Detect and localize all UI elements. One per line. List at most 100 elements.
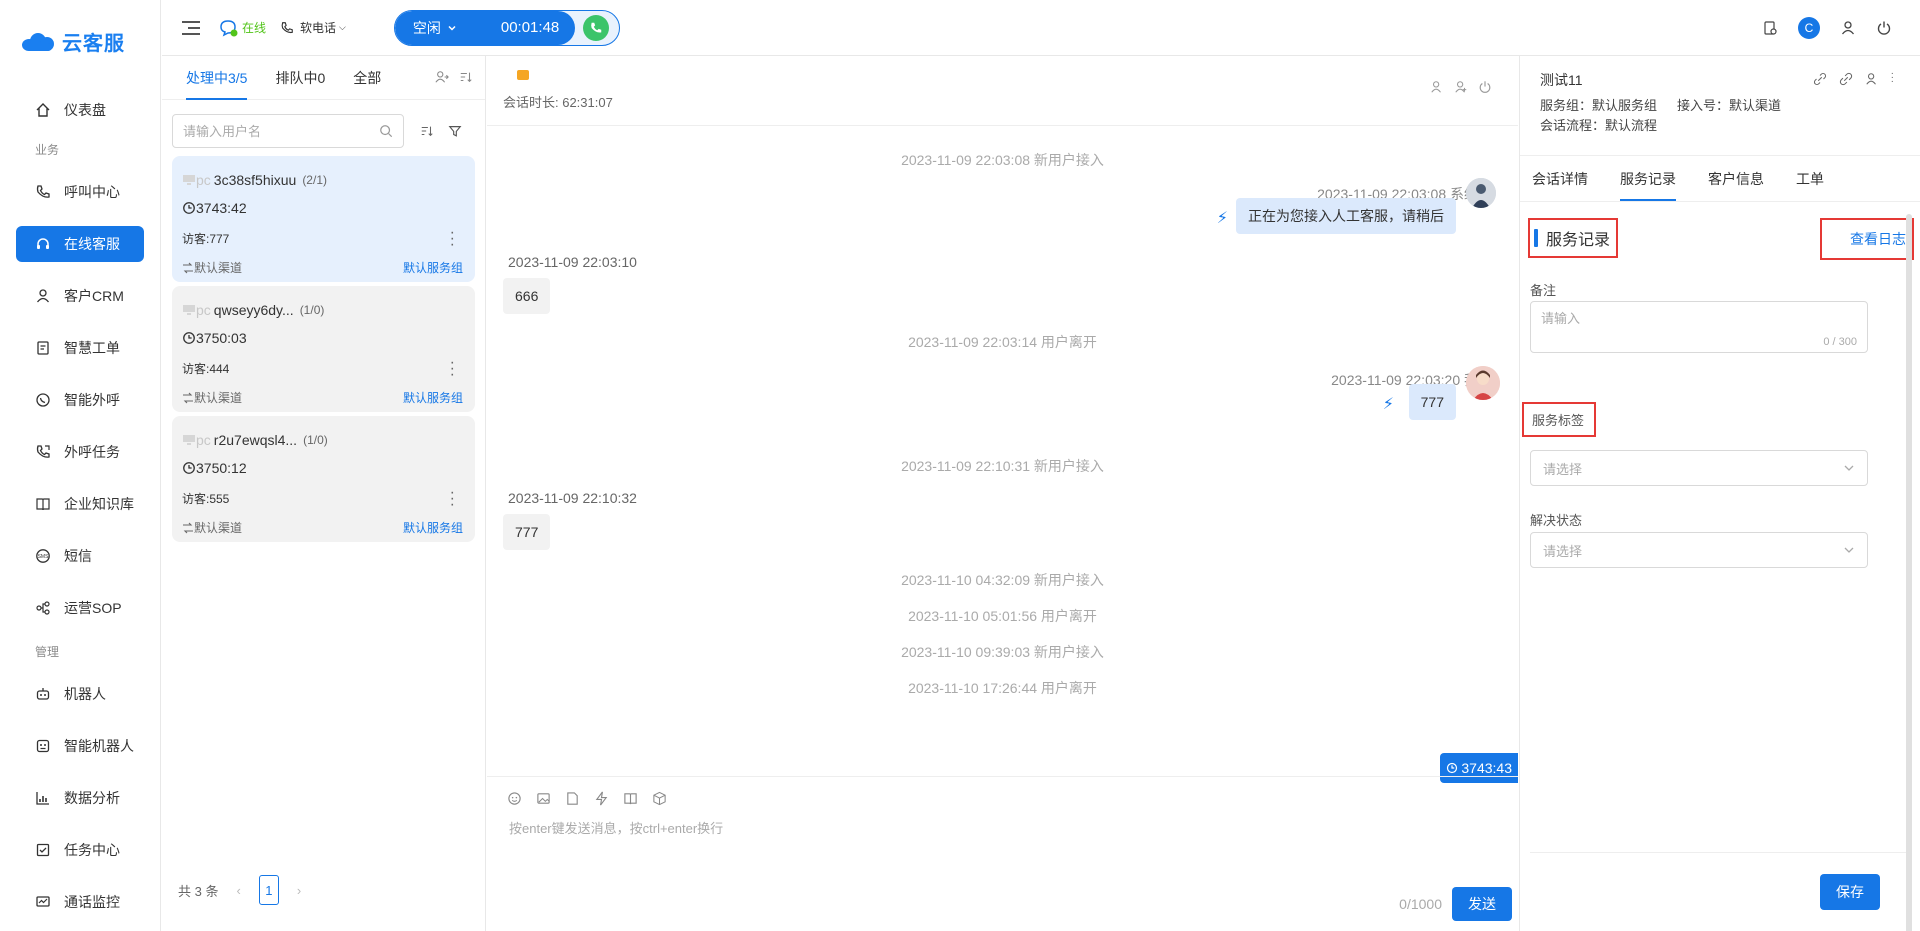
view-log-link[interactable]: 查看日志	[1820, 218, 1914, 260]
user-settings-icon[interactable]	[1865, 72, 1879, 86]
nav-item-crm[interactable]: 客户CRM	[16, 278, 144, 314]
softphone-selector[interactable]: 软电话 ⌵	[280, 19, 346, 36]
transfer-icon[interactable]	[1430, 80, 1444, 94]
nav-item-task-center[interactable]: 任务中心	[16, 832, 144, 868]
conversation-card[interactable]: pc r2u7ewqsl4... (1/0) 3750:12 访客:555 默认…	[172, 416, 475, 542]
sort-icon[interactable]	[459, 70, 473, 84]
resolve-status-select[interactable]: 请选择	[1530, 532, 1868, 568]
service-tag-placeholder: 请选择	[1543, 461, 1583, 477]
service-group-info: 服务组：默认服务组	[1540, 98, 1658, 113]
conversation-list-panel: 处理中3/5 排队中0 全部 pc 3c38sf5hixuu (2/1) 374…	[162, 56, 486, 931]
tab-processing[interactable]: 处理中3/5	[186, 56, 248, 100]
total-count: 共 3 条	[178, 883, 219, 899]
nav-label: 仪表盘	[64, 102, 106, 118]
service-group-link[interactable]: 默认服务组	[403, 519, 463, 536]
tab-session-details[interactable]: 会话详情	[1532, 156, 1588, 201]
chevron-down-icon: ⌵	[339, 22, 346, 32]
quick-reply-icon[interactable]: ⚡	[1217, 208, 1228, 228]
message-count: (2/1)	[302, 173, 327, 187]
transfer-user-icon[interactable]	[435, 70, 449, 84]
service-group-link[interactable]: 默认服务组	[403, 389, 463, 406]
tab-queued[interactable]: 排队中0	[275, 56, 325, 100]
task-icon	[34, 841, 52, 859]
tab-service-record[interactable]: 服务记录	[1620, 156, 1676, 201]
nav-item-knowledge-base[interactable]: 企业知识库	[16, 486, 144, 522]
remark-textarea[interactable]: 请输入 0 / 300	[1530, 301, 1868, 353]
sms-icon: SMS	[34, 547, 52, 565]
chat-area: 会话时长: 62:31:07 2023-11-09 22:03:08 新用户接入…	[487, 56, 1518, 931]
call-widget: 空闲 00:01:48	[393, 9, 620, 46]
nav-label: 通话监控	[64, 894, 120, 910]
svg-text:SMS: SMS	[38, 554, 50, 560]
nav-item-dashboard[interactable]: 仪表盘	[16, 92, 144, 128]
search-icon[interactable]	[379, 124, 393, 138]
visitor-actions: · · ·	[1813, 69, 1894, 87]
prev-page-icon[interactable]: ‹	[236, 883, 240, 898]
tab-all[interactable]: 全部	[353, 56, 381, 100]
nav-item-smart-robot[interactable]: 智能机器人	[16, 728, 144, 764]
file-icon[interactable]	[565, 791, 580, 806]
save-button[interactable]: 保存	[1820, 874, 1880, 910]
search-input[interactable]	[183, 123, 363, 139]
power-icon[interactable]	[1876, 20, 1892, 36]
nav-item-smart-outbound[interactable]: 智能外呼	[16, 382, 144, 418]
phone-icon	[281, 21, 293, 33]
emoji-icon[interactable]	[507, 791, 522, 806]
nav-item-tickets[interactable]: 智慧工单	[16, 330, 144, 366]
message-input[interactable]	[509, 818, 1469, 858]
message-count: (1/0)	[299, 303, 325, 317]
more-vertical-icon[interactable]: · · ·	[450, 355, 455, 383]
image-icon[interactable]	[536, 791, 551, 806]
nav-item-sms[interactable]: SMS 短信	[16, 538, 144, 574]
user-icon[interactable]	[1840, 20, 1856, 36]
message-composer: 0/1000 发送	[487, 776, 1518, 931]
quick-reply-icon[interactable]	[594, 791, 609, 806]
monitor-icon	[34, 893, 52, 911]
robot-icon	[34, 685, 52, 703]
online-status[interactable]: 在线	[218, 19, 266, 37]
service-tag-select[interactable]: 请选择	[1530, 450, 1868, 486]
chevron-down-icon	[1844, 547, 1854, 553]
message-bubble: 666	[503, 278, 551, 314]
nav-item-call-center[interactable]: 呼叫中心	[16, 174, 144, 210]
home-icon	[34, 101, 52, 119]
service-group-link[interactable]: 默认服务组	[403, 259, 463, 276]
nav-item-outbound-tasks[interactable]: 外呼任务	[16, 434, 144, 470]
nav-item-robot[interactable]: 机器人	[16, 676, 144, 712]
nav-item-call-monitor[interactable]: 通话监控	[16, 884, 144, 920]
user-avatar[interactable]: C	[1798, 17, 1820, 39]
end-session-icon[interactable]	[1478, 80, 1492, 94]
filter-icon[interactable]	[448, 124, 462, 138]
quick-reply-icon[interactable]: ⚡	[1383, 394, 1394, 414]
next-page-icon[interactable]: ›	[297, 883, 301, 898]
box-icon[interactable]	[652, 791, 667, 806]
invite-icon[interactable]	[1454, 80, 1468, 94]
scrollbar[interactable]	[1906, 214, 1912, 931]
nav-item-analytics[interactable]: 数据分析	[16, 780, 144, 816]
unlink-icon[interactable]	[1813, 72, 1827, 86]
menu-toggle-icon[interactable]	[182, 20, 200, 35]
nav-item-sop[interactable]: 运营SOP	[16, 590, 144, 626]
tab-work-order[interactable]: 工单	[1796, 156, 1824, 201]
answer-call-button[interactable]	[582, 14, 609, 41]
sort-icon[interactable]	[420, 124, 434, 138]
visitor-id: 访客:444	[182, 362, 230, 376]
link-icon[interactable]	[1839, 72, 1853, 86]
system-message: 2023-11-10 09:39:03 新用户接入	[901, 644, 1104, 660]
conversation-card[interactable]: pc qwseyy6dy... (1/0) 3750:03 访客:444 默认渠…	[172, 286, 475, 412]
nav-item-online-service[interactable]: 在线客服	[16, 226, 144, 262]
more-vertical-icon[interactable]: · · ·	[450, 485, 455, 513]
knowledge-icon[interactable]	[623, 791, 638, 806]
send-button[interactable]: 发送	[1452, 887, 1512, 921]
conversation-card[interactable]: pc 3c38sf5hixuu (2/1) 3743:42 访客:777 默认渠…	[172, 156, 475, 282]
more-vertical-icon[interactable]: · · ·	[450, 225, 455, 253]
message-bubble: 正在为您接入人工客服，请稍后	[1236, 198, 1456, 234]
page-number[interactable]: 1	[258, 875, 279, 905]
session-flow-info: 会话流程：默认流程	[1540, 118, 1658, 133]
sidebar: 云客服 仪表盘 业务 呼叫中心 在线客服 客户CRM 智慧工单 智能外呼 外呼任…	[0, 0, 161, 931]
more-vertical-icon[interactable]: · · ·	[1891, 69, 1894, 87]
call-state-dropdown[interactable]: 空闲	[395, 18, 457, 38]
document-settings-icon[interactable]	[1762, 20, 1778, 36]
nav-group-business: 业务	[35, 143, 60, 157]
tab-customer-info[interactable]: 客户信息	[1708, 156, 1764, 201]
